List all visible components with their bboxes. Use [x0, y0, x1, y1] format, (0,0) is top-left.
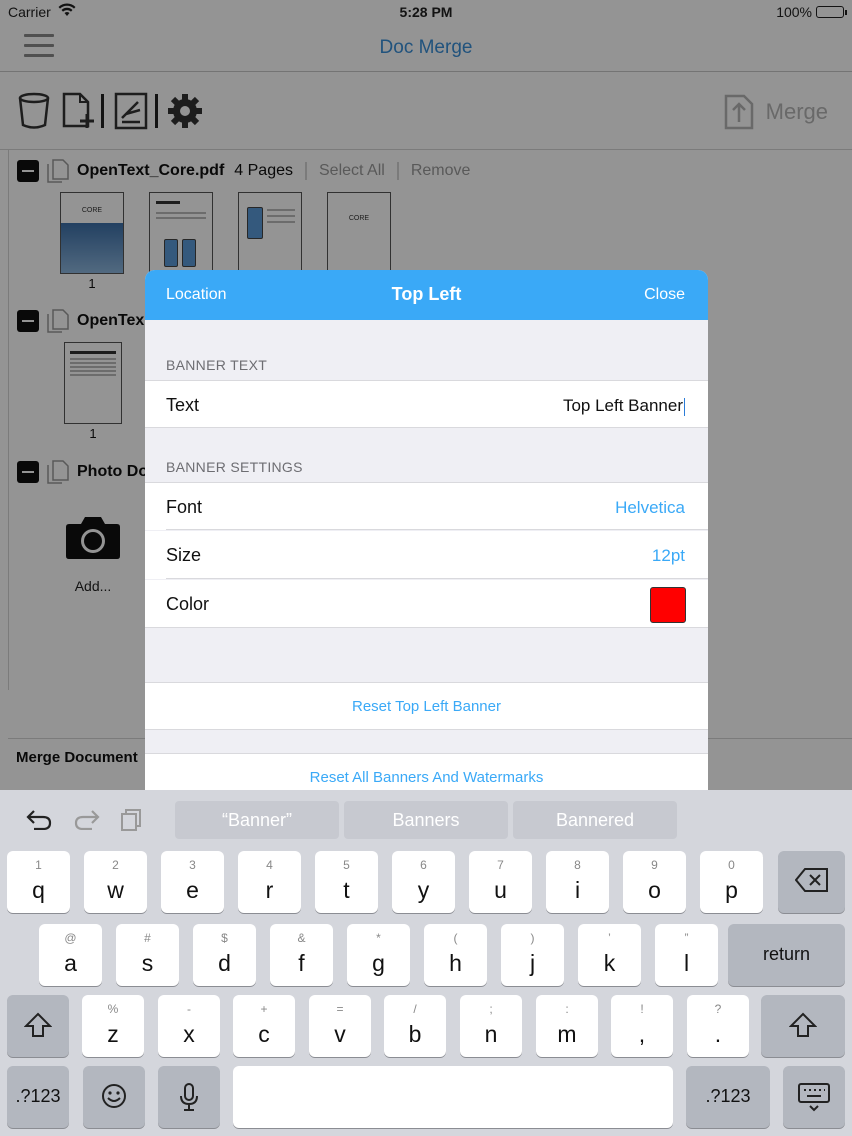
keyboard-hide-icon — [798, 1083, 830, 1112]
dictation-key[interactable] — [158, 1066, 220, 1128]
undo-icon[interactable] — [26, 808, 52, 830]
key-v[interactable]: = v — [309, 995, 371, 1057]
color-swatch[interactable] — [650, 587, 686, 623]
banner-settings-section-label: BANNER SETTINGS — [166, 459, 303, 475]
size-row[interactable]: Size 12pt — [145, 531, 708, 579]
emoji-key[interactable] — [83, 1066, 145, 1128]
suggestion-2[interactable]: Banners — [344, 801, 508, 839]
key-r[interactable]: 4r — [238, 851, 301, 913]
text-row[interactable]: Text Top Left Banner — [145, 380, 708, 428]
key-i[interactable]: 8i — [546, 851, 609, 913]
size-label: Size — [166, 545, 202, 565]
key-g[interactable]: * g — [347, 924, 410, 986]
shift-key-left[interactable] — [7, 995, 69, 1057]
shift-icon — [789, 1012, 817, 1037]
key-d[interactable]: $ d — [193, 924, 256, 986]
key-period[interactable]: ?. — [687, 995, 749, 1057]
font-value: Helvetica — [615, 498, 685, 517]
font-row[interactable]: Font Helvetica — [145, 482, 708, 530]
modal-header: Location Top Left Close — [145, 270, 708, 320]
key-e[interactable]: 3e — [161, 851, 224, 913]
key-k[interactable]: ’ k — [578, 924, 641, 986]
key-a[interactable]: @ a — [39, 924, 102, 986]
suggestion-3[interactable]: Bannered — [513, 801, 677, 839]
key-n[interactable]: ; n — [460, 995, 522, 1057]
key-c[interactable]: + c — [233, 995, 295, 1057]
color-row[interactable]: Color — [145, 580, 708, 628]
key-s[interactable]: # s — [116, 924, 179, 986]
numbers-key-right[interactable]: .?123 — [686, 1066, 770, 1128]
banner-text-input[interactable]: Top Left Banner — [563, 396, 685, 416]
redo-icon[interactable] — [74, 808, 100, 830]
key-comma[interactable]: !, — [611, 995, 673, 1057]
key-o[interactable]: 9o — [623, 851, 686, 913]
key-b[interactable]: / b — [384, 995, 446, 1057]
key-x[interactable]: -x — [158, 995, 220, 1057]
key-m[interactable]: :m — [536, 995, 598, 1057]
key-q[interactable]: 1q — [7, 851, 70, 913]
hide-keyboard-key[interactable] — [783, 1066, 845, 1128]
key-z[interactable]: % z — [82, 995, 144, 1057]
key-p[interactable]: 0p — [700, 851, 763, 913]
text-label: Text — [166, 395, 200, 415]
delete-key[interactable] — [778, 851, 845, 913]
key-u[interactable]: 7u — [469, 851, 532, 913]
return-key[interactable]: return — [728, 924, 845, 986]
reset-all-banners-button[interactable]: Reset All Banners And Watermarks — [145, 753, 708, 790]
close-button[interactable]: Close — [644, 286, 685, 304]
numbers-key-left[interactable]: .?123 — [7, 1066, 69, 1128]
key-j[interactable]: ) j — [501, 924, 564, 986]
keyboard: “Banner” Banners Bannered 1q2w3e4r5t6y7u… — [0, 790, 852, 1136]
keyboard-shortcut-bar: “Banner” Banners Bannered — [0, 790, 852, 848]
size-value: 12pt — [651, 546, 685, 565]
key-l[interactable]: ” l — [655, 924, 718, 986]
modal-title: Top Left — [391, 284, 462, 304]
suggestion-1[interactable]: “Banner” — [175, 801, 339, 839]
space-key[interactable] — [233, 1066, 673, 1128]
banner-text-section-label: BANNER TEXT — [166, 357, 268, 373]
key-f[interactable]: & f — [270, 924, 333, 986]
shift-key-right[interactable] — [761, 995, 845, 1057]
microphone-icon — [180, 1083, 198, 1111]
key-w[interactable]: 2w — [84, 851, 147, 913]
color-label: Color — [166, 594, 210, 614]
reset-top-left-banner-button[interactable]: Reset Top Left Banner — [145, 682, 708, 730]
font-label: Font — [166, 497, 203, 517]
key-h[interactable]: (h — [424, 924, 487, 986]
paste-icon[interactable] — [120, 808, 142, 832]
emoji-icon — [102, 1084, 126, 1108]
backspace-icon — [794, 868, 828, 892]
banner-settings-modal: Location Top Left Close BANNER TEXT Text… — [145, 270, 708, 790]
shift-icon — [24, 1012, 52, 1037]
key-y[interactable]: 6y — [392, 851, 455, 913]
key-t[interactable]: 5t — [315, 851, 378, 913]
